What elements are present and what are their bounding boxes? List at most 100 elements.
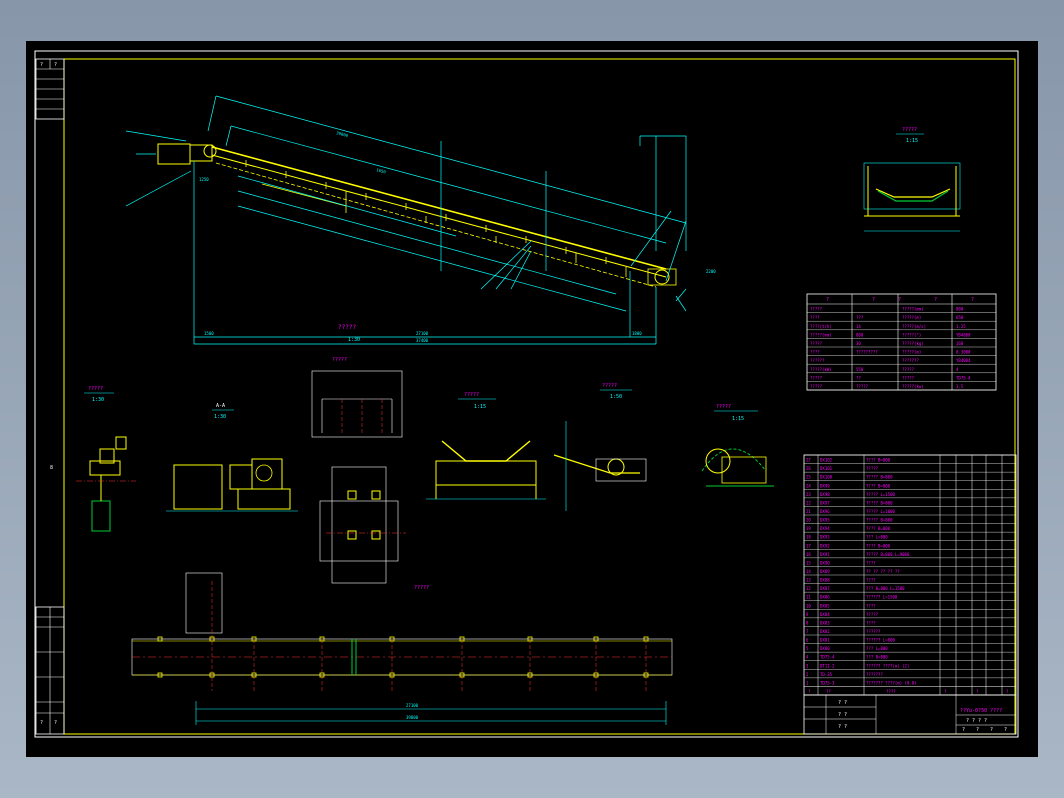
bom-footer-cell: ? bbox=[944, 689, 947, 694]
bom-cell: TD-35 bbox=[820, 672, 833, 677]
spec-cell: ????? bbox=[810, 375, 823, 380]
idler-frame-marks: ????? bbox=[464, 392, 479, 398]
spec-cell: 8.3000 bbox=[956, 350, 971, 355]
tb-rev-4: ? bbox=[1004, 727, 1007, 733]
bom-cell: 25 bbox=[806, 475, 811, 480]
tb-rev-1: ? bbox=[962, 727, 965, 733]
bom-cell: ?????? bbox=[866, 629, 881, 634]
spec-cell: 4 bbox=[956, 367, 959, 372]
spec-cell: 14 bbox=[856, 324, 861, 329]
head-frame-view: ????? bbox=[311, 357, 403, 438]
spec-cell: 1.25 bbox=[956, 324, 966, 329]
spec-cell: ?????(m) bbox=[902, 315, 921, 320]
bom-cell: 7 bbox=[806, 629, 809, 634]
bom-cell: ????? B=800 bbox=[866, 475, 893, 480]
spec-header-4: ? bbox=[934, 297, 937, 303]
bom-cell: ?????? L=1500 bbox=[866, 595, 898, 600]
stamp-bottom-2: ? bbox=[54, 720, 57, 726]
spec-cell: ????(t/h) bbox=[810, 324, 832, 329]
outer-border bbox=[34, 50, 1019, 738]
bom-cell: ?? ?? ?? ?? ?? bbox=[866, 569, 900, 574]
bom-cell: DX88 bbox=[820, 578, 830, 583]
tail-section-view: ????? 1:50 bbox=[553, 383, 647, 511]
bom-cell: ?????? L=800 bbox=[866, 638, 895, 643]
plan-dim-total: 39800 bbox=[406, 715, 419, 720]
dim-total: 37400 bbox=[416, 338, 429, 343]
bom-cell: ???? B=800 bbox=[866, 483, 891, 488]
bom-cell: 9 bbox=[806, 612, 809, 617]
spec-cell: ??? bbox=[856, 315, 864, 320]
bom-cell: ????? L=1500 bbox=[866, 492, 895, 497]
spec-cell: 650 bbox=[956, 315, 964, 320]
bom-cell: 27 bbox=[806, 458, 811, 463]
spec-cell: ?????(kw) bbox=[902, 384, 924, 389]
bom-cell: DX98 bbox=[820, 492, 830, 497]
bom-cell: DX82 bbox=[820, 629, 830, 634]
dim-height-right: 2200 bbox=[706, 269, 716, 274]
plan-dim-inner: 27100 bbox=[406, 703, 419, 708]
bom-cell: 13 bbox=[806, 578, 811, 583]
spec-cell: ?????(m/s) bbox=[902, 324, 926, 329]
bom-cell: ??? L=800 bbox=[866, 646, 888, 651]
idler-scale: 1:15 bbox=[906, 138, 918, 144]
bom-cell: ????? B=800 bbox=[866, 518, 893, 523]
drive-title-marks: ????? bbox=[88, 386, 103, 392]
spec-cell: TD75-4 bbox=[956, 375, 971, 380]
spec-header-2: ? bbox=[872, 297, 875, 303]
bom-cell: DX83 bbox=[820, 620, 830, 625]
bom-cell: DX100 bbox=[820, 475, 833, 480]
bom-cell: DX102 bbox=[820, 458, 833, 463]
idler-frame-view: ????? 1:15 bbox=[426, 392, 546, 500]
bom-cell: DX90 bbox=[820, 560, 830, 565]
spec-cell: ?????(°) bbox=[902, 332, 921, 337]
bom-cell: DTII-2 bbox=[820, 663, 835, 668]
idler-title-marks: ????? bbox=[902, 127, 917, 133]
dim-1800: 1800 bbox=[632, 331, 642, 336]
spec-cell: ?????(mm) bbox=[810, 332, 832, 337]
bom-cell: 3 bbox=[806, 663, 809, 668]
bom-cell: ???? bbox=[866, 603, 876, 608]
spec-cell: ?????(kW) bbox=[810, 367, 832, 372]
tail-scale: 1:50 bbox=[610, 394, 622, 400]
stamp-top-1: ? bbox=[40, 62, 43, 68]
spec-cell: YB4800 bbox=[956, 332, 971, 337]
drive-scale: 1:30 bbox=[92, 397, 104, 403]
bom-cell: DX85 bbox=[820, 603, 830, 608]
bom-cell: 24 bbox=[806, 483, 811, 488]
bom-cell: DX81 bbox=[820, 638, 830, 643]
foundation-plan: 27100 39800 bbox=[131, 572, 673, 725]
spec-cell: ????? bbox=[810, 384, 823, 389]
bom-cell: 20 bbox=[806, 518, 811, 523]
bom-footer-cell: ? bbox=[1006, 689, 1009, 694]
stamp-top-2: ? bbox=[54, 62, 57, 68]
main-title-marks: ????? bbox=[338, 324, 356, 331]
bom-cell: ???? B=800 bbox=[866, 543, 891, 548]
spec-table-rows: ????? ?????(mm) 800??????? ?????(m) 650 ????(… bbox=[807, 307, 996, 391]
bom-cell: DX84 bbox=[820, 612, 830, 617]
spec-cell: ????? bbox=[902, 367, 915, 372]
left-stamp-lower: ? ? bbox=[35, 606, 65, 735]
cad-drawing-canvas: ? ? ? ? ????? 1:30 27100 37400 1500 1800… bbox=[34, 50, 1019, 738]
idler-frame-scale: 1:15 bbox=[474, 404, 486, 410]
bom-cell: 14 bbox=[806, 569, 811, 574]
spec-header-1: ? bbox=[826, 297, 829, 303]
bom-cell: DX101 bbox=[820, 466, 833, 471]
spec-cell: 800 bbox=[956, 307, 964, 312]
bom-cell: DX91 bbox=[820, 552, 830, 557]
bom-cell: ????? bbox=[866, 466, 879, 471]
bom-cell: ???? bbox=[866, 620, 876, 625]
bom-cell: 6 bbox=[806, 638, 809, 643]
spec-cell: ?????(m) bbox=[902, 350, 921, 355]
bom-cell: 23 bbox=[806, 492, 811, 497]
left-stamp-block: ? ? bbox=[35, 58, 65, 120]
tb-scale-row: ? ? ? ? bbox=[966, 718, 987, 724]
bom-cell: DX99 bbox=[820, 483, 830, 488]
spec-cell: ?? bbox=[856, 375, 861, 380]
bom-cell: 16 bbox=[806, 552, 811, 557]
gearbox-section-label: A-A bbox=[216, 403, 225, 409]
bom-cell: 8 bbox=[806, 620, 809, 625]
bom-cell: TD75-3 bbox=[820, 680, 835, 685]
bom-cell: DX97 bbox=[820, 500, 830, 505]
bom-cell: 26 bbox=[806, 466, 811, 471]
bom-cell: ???? B=800 bbox=[866, 458, 891, 463]
